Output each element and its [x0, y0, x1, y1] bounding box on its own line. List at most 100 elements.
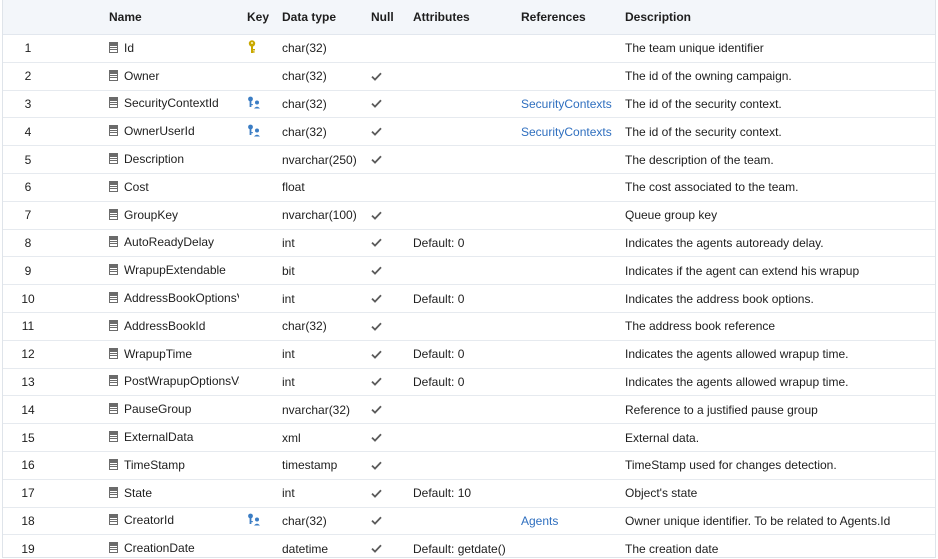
description: Indicates the agents allowed wrapup time… — [619, 368, 935, 397]
row-number: 13 — [3, 368, 43, 397]
reference-link[interactable]: SecurityContexts — [521, 125, 612, 139]
description: The team unique identifier — [619, 34, 935, 63]
key-cell — [239, 479, 276, 508]
column-name-cell: WrapupExtendable — [43, 256, 239, 286]
column-icon — [109, 292, 118, 306]
table-row[interactable]: 5 Description nvarchar(250) The description… — [3, 145, 935, 174]
row-number: 19 — [3, 534, 43, 557]
table-row[interactable]: 7 GroupKey nvarchar(100) Queue group key — [3, 201, 935, 230]
null-cell — [365, 312, 407, 341]
checkmark-icon — [371, 514, 382, 528]
table-row[interactable]: 10 AddressBookOptionsValue int Default: 0 In… — [3, 284, 935, 313]
column-name-cell: AddressBookId — [43, 312, 239, 341]
row-number: 1 — [3, 34, 43, 63]
header-description[interactable]: Description — [619, 0, 935, 35]
column-icon — [109, 153, 118, 167]
key-cell — [239, 368, 276, 397]
description: The id of the security context. — [619, 117, 935, 147]
column-icon — [109, 236, 118, 250]
attributes — [407, 173, 515, 202]
column-icon — [109, 208, 118, 223]
attributes — [407, 395, 515, 425]
foreign-key-icon — [247, 513, 261, 529]
data-type: xml — [276, 423, 365, 452]
table-row[interactable]: 8 AutoReadyDelay int Default: 0 Indicates th… — [3, 229, 935, 258]
column-name: Cost — [124, 179, 149, 194]
table-row[interactable]: 15 ExternalData xml External data. — [3, 423, 935, 452]
null-cell — [365, 145, 407, 174]
reference-link[interactable]: Agents — [521, 514, 558, 528]
header-name[interactable]: Name — [43, 0, 239, 35]
table-row[interactable]: 13 PostWrapupOptionsValue int Default: 0 Ind… — [3, 368, 935, 397]
table-row[interactable]: 3 SecurityContextId char(32) SecurityContex… — [3, 90, 935, 119]
header-references[interactable]: References — [515, 0, 619, 35]
column-name-cell: Id — [43, 34, 239, 63]
header-key[interactable]: Key — [239, 0, 276, 35]
table-row[interactable]: 2 Owner char(32) The id of the owning campa… — [3, 62, 935, 91]
table-row[interactable]: 9 WrapupExtendable bit Indicates if the age… — [3, 256, 935, 286]
key-cell — [239, 395, 276, 425]
row-number: 9 — [3, 256, 43, 286]
data-type: datetime — [276, 534, 365, 557]
column-name: SecurityContextId — [124, 96, 219, 111]
table-row[interactable]: 1 Id char(32) The team unique identifier — [3, 34, 935, 63]
column-icon — [109, 41, 118, 56]
column-name-cell: State — [43, 479, 239, 508]
table-row[interactable]: 12 WrapupTime int Default: 0 Indicates the a… — [3, 340, 935, 369]
table-row[interactable]: 16 TimeStamp timestamp TimeStamp used for c… — [3, 451, 935, 480]
row-number: 3 — [3, 90, 43, 119]
row-number: 7 — [3, 201, 43, 230]
description: The description of the team. — [619, 145, 935, 174]
data-type: char(32) — [276, 90, 365, 119]
column-name: TimeStamp — [124, 457, 185, 472]
key-cell — [239, 145, 276, 174]
attributes — [407, 423, 515, 452]
column-name-cell: CreatorId — [43, 507, 239, 536]
attributes — [407, 256, 515, 286]
column-icon — [109, 125, 118, 139]
references-cell — [515, 451, 619, 480]
column-name: CreatorId — [124, 513, 175, 528]
null-cell — [365, 34, 407, 63]
checkmark-icon — [371, 209, 382, 223]
data-type: int — [276, 368, 365, 397]
table-row[interactable]: 11 AddressBookId char(32) The address book … — [3, 312, 935, 341]
table-row[interactable]: 14 PauseGroup nvarchar(32) Reference to a j… — [3, 395, 935, 425]
table-row[interactable]: 17 State int Default: 10 Object's state — [3, 479, 935, 508]
checkmark-icon — [371, 542, 382, 556]
primary-key-icon — [247, 40, 257, 57]
description: External data. — [619, 423, 935, 452]
data-type: nvarchar(250) — [276, 145, 365, 174]
references-cell — [515, 62, 619, 91]
references-cell — [515, 284, 619, 313]
attributes: Default: getdate() — [407, 534, 515, 557]
attributes: Default: 0 — [407, 284, 515, 313]
data-type: int — [276, 340, 365, 369]
null-cell — [365, 90, 407, 119]
table-row[interactable]: 19 CreationDate datetime Default: getdate()… — [3, 534, 935, 557]
column-icon — [109, 542, 118, 556]
null-cell — [365, 451, 407, 480]
attributes — [407, 62, 515, 91]
attributes — [407, 34, 515, 63]
table-row[interactable]: 6 Cost float The cost associated to the tea… — [3, 173, 935, 202]
null-cell — [365, 395, 407, 425]
table-row[interactable]: 4 OwnerUserId char(32) SecurityContexts The … — [3, 117, 935, 147]
null-cell — [365, 534, 407, 557]
key-cell — [239, 340, 276, 369]
reference-link[interactable]: SecurityContexts — [521, 97, 612, 111]
description: TimeStamp used for changes detection. — [619, 451, 935, 480]
table-row[interactable]: 18 CreatorId char(32) Agents Owner unique id… — [3, 507, 935, 536]
header-null[interactable]: Null — [365, 0, 407, 35]
references-cell — [515, 423, 619, 452]
table-header-row: Name Key Data type Null Attributes Refer… — [3, 0, 935, 35]
column-name: Id — [124, 40, 135, 55]
column-name-cell: PauseGroup — [43, 395, 239, 425]
header-attributes[interactable]: Attributes — [407, 0, 515, 35]
table-body: 1 Id char(32) The team unique identifier 2 Ow… — [3, 34, 935, 557]
attributes — [407, 507, 515, 536]
header-data-type[interactable]: Data type — [276, 0, 365, 35]
null-cell — [365, 62, 407, 91]
data-type: char(32) — [276, 34, 365, 63]
data-type: char(32) — [276, 507, 365, 536]
